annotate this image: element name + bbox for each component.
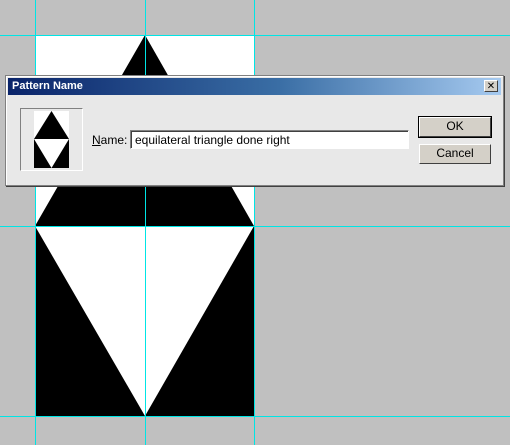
cancel-button[interactable]: Cancel bbox=[419, 144, 491, 164]
ok-button[interactable]: OK bbox=[418, 116, 492, 138]
document-canvas-area[interactable] bbox=[0, 0, 510, 445]
pattern-name-input[interactable] bbox=[130, 130, 409, 149]
guide-vertical[interactable] bbox=[145, 0, 146, 445]
dialog-title: Pattern Name bbox=[12, 80, 83, 92]
pattern-preview-image bbox=[34, 111, 69, 168]
guide-vertical[interactable] bbox=[254, 0, 255, 445]
guide-horizontal[interactable] bbox=[0, 416, 510, 417]
close-icon: ✕ bbox=[486, 81, 496, 92]
guide-horizontal[interactable] bbox=[0, 35, 510, 36]
dialog-titlebar[interactable]: Pattern Name ✕ bbox=[8, 78, 501, 95]
guide-horizontal[interactable] bbox=[0, 226, 510, 227]
close-button[interactable]: ✕ bbox=[484, 80, 498, 92]
pattern-document[interactable] bbox=[0, 0, 510, 445]
name-label: Name: bbox=[92, 133, 128, 147]
pattern-name-dialog: Pattern Name ✕ Name: OK Cancel bbox=[5, 75, 504, 186]
guide-vertical[interactable] bbox=[35, 0, 36, 445]
pattern-preview bbox=[20, 108, 83, 171]
